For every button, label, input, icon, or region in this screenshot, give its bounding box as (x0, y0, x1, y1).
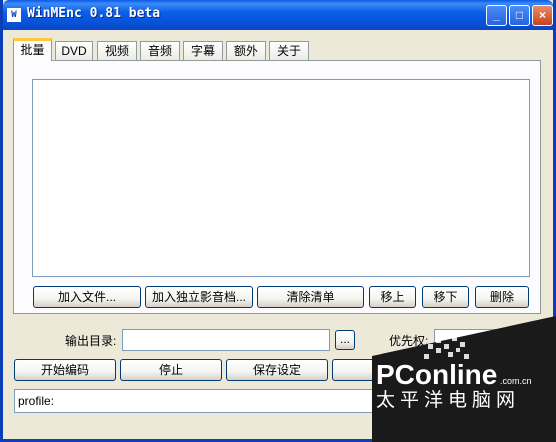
output-dir-input[interactable] (122, 329, 330, 351)
move-down-button[interactable]: 移下 (422, 286, 469, 308)
delete-button[interactable]: 删除 (475, 286, 529, 308)
tab-about[interactable]: 关于 (269, 41, 309, 60)
start-encode-button[interactable]: 开始编码 (14, 359, 116, 381)
output-dir-label: 输出目录: (65, 334, 117, 348)
watermark-slogan: 太平洋电脑网 (376, 389, 520, 411)
window-title: WinMEnc 0.81 beta (27, 6, 161, 21)
watermark-domain: .com.cn (500, 376, 532, 386)
stop-button[interactable]: 停止 (120, 359, 222, 381)
tab-audio[interactable]: 音频 (140, 41, 180, 60)
tab-dvd[interactable]: DVD (55, 41, 93, 60)
tab-extra[interactable]: 额外 (226, 41, 266, 60)
clear-list-button[interactable]: 清除清单 (257, 286, 364, 308)
app-icon: W (7, 8, 21, 22)
save-settings-button[interactable]: 保存设定 (226, 359, 328, 381)
browse-button[interactable]: ... (335, 330, 355, 350)
tab-subtitle[interactable]: 字幕 (183, 41, 223, 60)
add-separate-media-button[interactable]: 加入独立影音档... (145, 286, 253, 308)
move-up-button[interactable]: 移上 (369, 286, 416, 308)
add-file-button[interactable]: 加入文件... (33, 286, 141, 308)
batch-panel: 加入文件... 加入独立影音档... 清除清单 移上 移下 删除 (13, 60, 541, 314)
title-bar[interactable]: W WinMEnc 0.81 beta _ □ × (3, 0, 553, 30)
maximize-button[interactable]: □ (509, 5, 530, 26)
file-list[interactable] (32, 79, 530, 277)
close-button[interactable]: × (532, 5, 553, 26)
watermark-brand: PConline (376, 359, 497, 390)
tab-batch[interactable]: 批量 (13, 38, 52, 61)
tab-video[interactable]: 视频 (97, 41, 137, 60)
pconline-watermark: PConline .com.cn 太平洋电脑网 (372, 316, 556, 442)
minimize-button[interactable]: _ (486, 5, 507, 26)
